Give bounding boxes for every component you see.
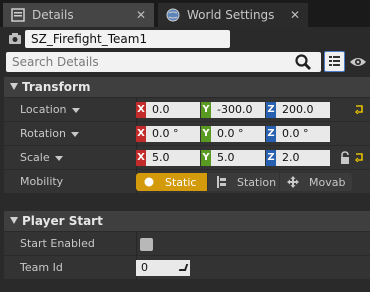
tab-world-settings[interactable]: World Settings ✕ xyxy=(158,3,308,27)
rotation-z-field[interactable]: Z 0.0 ° xyxy=(266,126,330,142)
team-id-field[interactable]: 0 xyxy=(136,260,190,276)
rotation-y-value[interactable]: 0.0 ° xyxy=(211,126,265,142)
scale-x-field[interactable]: X 5.0 xyxy=(136,150,200,166)
scale-label[interactable]: Scale xyxy=(20,151,63,164)
location-z-value[interactable]: 200.0 xyxy=(276,102,330,118)
z-axis-label: Z xyxy=(266,126,276,142)
start-enabled-label: Start Enabled xyxy=(20,237,95,250)
location-y-value[interactable]: -300.0 xyxy=(211,102,265,118)
rotation-x-field[interactable]: X 0.0 ° xyxy=(136,126,200,142)
reset-to-default-icon[interactable] xyxy=(354,104,364,115)
transform-title: Transform xyxy=(22,80,91,94)
property-matrix-button[interactable] xyxy=(324,51,345,72)
tab-world-settings-label: World Settings xyxy=(187,8,275,22)
rotation-x-value[interactable]: 0.0 ° xyxy=(146,126,200,142)
tab-bar: Details ✕ World Settings ✕ xyxy=(0,0,370,27)
location-label[interactable]: Location xyxy=(20,103,80,116)
reset-to-default-icon[interactable] xyxy=(354,152,364,163)
rotation-y-field[interactable]: Y 0.0 ° xyxy=(201,126,265,142)
player-start-category-header[interactable]: Player Start xyxy=(4,211,370,231)
team-id-value: 0 xyxy=(141,261,148,274)
player-start-title: Player Start xyxy=(22,214,103,228)
static-label: Static xyxy=(165,175,197,189)
movable-label: Movab xyxy=(309,175,346,189)
chevron-down-icon xyxy=(71,107,80,113)
tab-details[interactable]: Details ✕ xyxy=(3,3,154,27)
location-row: Location X 0.0 Y -300.0 Z 200.0 xyxy=(4,98,370,122)
stationary-label: Station xyxy=(237,175,277,189)
location-x-field[interactable]: X 0.0 xyxy=(136,102,200,118)
z-axis-label: Z xyxy=(266,150,276,166)
rotation-z-value[interactable]: 0.0 ° xyxy=(276,126,330,142)
tab-details-label: Details xyxy=(32,8,74,22)
rotation-label[interactable]: Rotation xyxy=(20,127,80,140)
chevron-down-icon xyxy=(71,131,80,137)
scale-x-value[interactable]: 5.0 xyxy=(146,150,200,166)
start-enabled-row: Start Enabled xyxy=(4,232,370,256)
scale-z-field[interactable]: Z 2.0 xyxy=(266,150,330,166)
x-axis-label: X xyxy=(136,102,146,118)
scale-z-value[interactable]: 2.0 xyxy=(276,150,330,166)
team-id-row: Team Id 0 xyxy=(4,256,370,280)
lock-icon[interactable] xyxy=(340,151,350,165)
location-x-value[interactable]: 0.0 xyxy=(146,102,200,118)
stationary-icon xyxy=(217,176,226,188)
transform-category-header[interactable]: Transform xyxy=(4,77,370,97)
move-arrows-icon xyxy=(287,176,299,188)
team-id-label: Team Id xyxy=(20,261,63,274)
collapse-arrow-icon xyxy=(10,217,18,224)
column-divider[interactable] xyxy=(136,232,137,256)
x-axis-label: X xyxy=(136,126,146,142)
mobility-movable-button[interactable]: Movab xyxy=(280,173,352,191)
collapse-arrow-icon xyxy=(10,83,18,90)
y-axis-label: Y xyxy=(201,150,211,166)
static-icon xyxy=(144,177,154,187)
location-z-field[interactable]: Z 200.0 xyxy=(266,102,330,118)
scale-y-field[interactable]: Y 5.0 xyxy=(201,150,265,166)
scale-y-value[interactable]: 5.0 xyxy=(211,150,265,166)
grid-list-icon xyxy=(329,56,340,66)
rotation-row: Rotation X 0.0 ° Y 0.0 ° Z 0.0 ° xyxy=(4,122,370,146)
mobility-label: Mobility xyxy=(20,175,64,188)
x-axis-label: X xyxy=(136,150,146,166)
start-enabled-checkbox[interactable] xyxy=(140,238,153,251)
chevron-down-icon xyxy=(54,155,63,161)
scale-row: Scale X 5.0 Y 5.0 Z 2.0 xyxy=(4,146,370,170)
y-axis-label: Y xyxy=(201,102,211,118)
close-icon[interactable]: ✕ xyxy=(290,8,300,22)
z-axis-label: Z xyxy=(266,102,276,118)
search-icon[interactable] xyxy=(294,53,312,71)
globe-icon xyxy=(166,8,180,22)
search-input[interactable]: Search Details xyxy=(6,52,321,72)
player-start-actor-icon xyxy=(8,32,22,46)
close-icon[interactable]: ✕ xyxy=(136,8,146,22)
eye-icon[interactable] xyxy=(349,55,367,69)
mobility-row: Mobility Static Station Movab xyxy=(4,170,370,194)
mobility-stationary-button[interactable]: Station xyxy=(208,173,279,191)
y-axis-label: Y xyxy=(201,126,211,142)
location-y-field[interactable]: Y -300.0 xyxy=(201,102,265,118)
details-icon xyxy=(11,8,25,22)
mobility-static-button[interactable]: Static xyxy=(136,173,207,191)
actor-name-field[interactable]: SZ_Firefight_Team1 xyxy=(25,30,230,48)
